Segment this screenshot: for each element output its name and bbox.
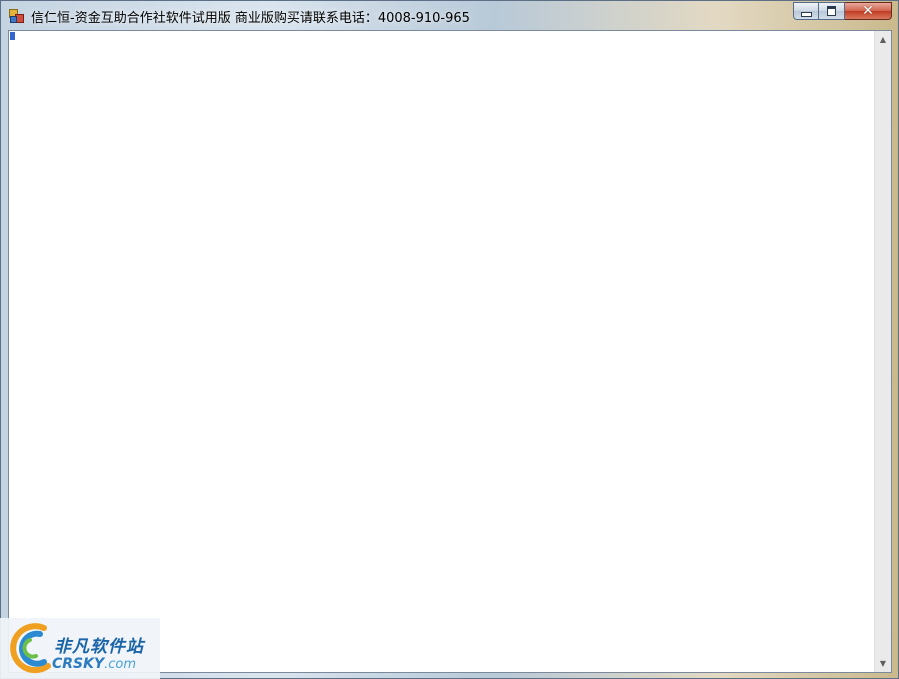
- close-icon: ✕: [862, 3, 874, 19]
- watermark-domain: .com: [104, 657, 137, 672]
- scroll-down-button[interactable]: ▼: [875, 655, 891, 672]
- crsky-logo-icon: [10, 623, 51, 674]
- caption-buttons: ✕: [793, 2, 892, 21]
- scroll-up-button[interactable]: ▲: [875, 31, 891, 48]
- content-pane[interactable]: [9, 31, 874, 672]
- maximize-button[interactable]: [819, 2, 845, 20]
- watermark-cn-text: 非凡软件站: [54, 637, 144, 657]
- application-window: 信仁恒-资金互助合作社软件试用版 商业版购买请联系电话：4008-910-965…: [0, 0, 899, 679]
- client-area[interactable]: ▲ ▼: [8, 30, 892, 673]
- content-corner-marker: [10, 32, 15, 40]
- arrow-down-icon: ▼: [879, 659, 887, 668]
- vertical-scrollbar[interactable]: ▲ ▼: [874, 31, 891, 672]
- arrow-up-icon: ▲: [879, 35, 887, 44]
- close-button[interactable]: ✕: [845, 2, 892, 20]
- watermark-brand: CRSKY: [52, 656, 105, 672]
- site-watermark: 非凡软件站 CRSKY.com: [0, 618, 160, 679]
- title-bar[interactable]: 信仁恒-资金互助合作社软件试用版 商业版购买请联系电话：4008-910-965…: [1, 1, 898, 30]
- watermark-en-text: CRSKY.com: [52, 656, 136, 672]
- app-icon[interactable]: [9, 9, 24, 23]
- window-title: 信仁恒-资金互助合作社软件试用版 商业版购买请联系电话：4008-910-965: [31, 11, 470, 26]
- minimize-button[interactable]: [793, 2, 819, 20]
- maximize-icon: [827, 6, 836, 16]
- minimize-icon: [800, 11, 812, 17]
- app-icon-part: [10, 16, 17, 23]
